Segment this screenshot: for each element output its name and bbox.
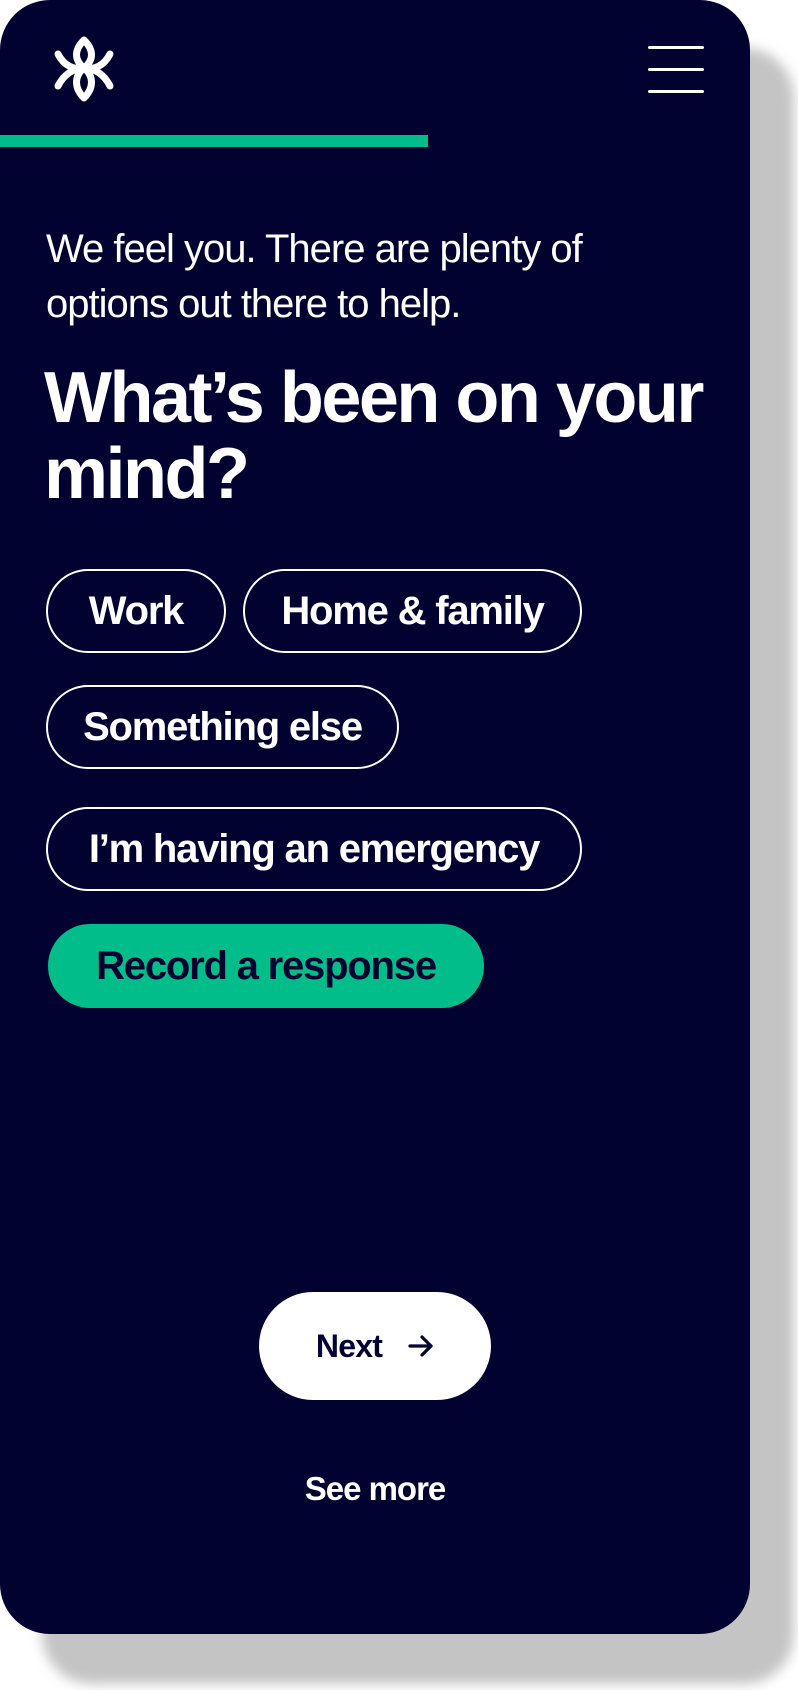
progress-bar <box>0 135 750 147</box>
phone-frame: We feel you. There are plenty of options… <box>0 0 750 1634</box>
page-title: What’s been on your mind? <box>44 358 704 514</box>
option-emergency-button[interactable]: I’m having an emergency <box>46 807 582 891</box>
next-button[interactable]: Next <box>259 1292 491 1400</box>
progress-bar-fill <box>0 135 428 147</box>
option-something-else-button[interactable]: Something else <box>46 685 399 769</box>
next-button-label: Next <box>315 1327 383 1364</box>
lotus-flower-icon[interactable] <box>52 34 116 102</box>
menu-line <box>648 90 704 93</box>
option-work-button[interactable]: Work <box>46 569 226 653</box>
screen: We feel you. There are plenty of options… <box>0 0 798 1690</box>
menu-line <box>648 68 704 71</box>
arrow-right-icon <box>408 1335 433 1357</box>
menu-line <box>648 46 704 49</box>
intro-text: We feel you. There are plenty of options… <box>46 227 583 326</box>
hamburger-menu-icon[interactable] <box>648 46 704 93</box>
see-more-link[interactable]: See more <box>200 1470 550 1508</box>
option-home-family-button[interactable]: Home & family <box>243 569 582 653</box>
record-response-button[interactable]: Record a response <box>48 924 484 1008</box>
